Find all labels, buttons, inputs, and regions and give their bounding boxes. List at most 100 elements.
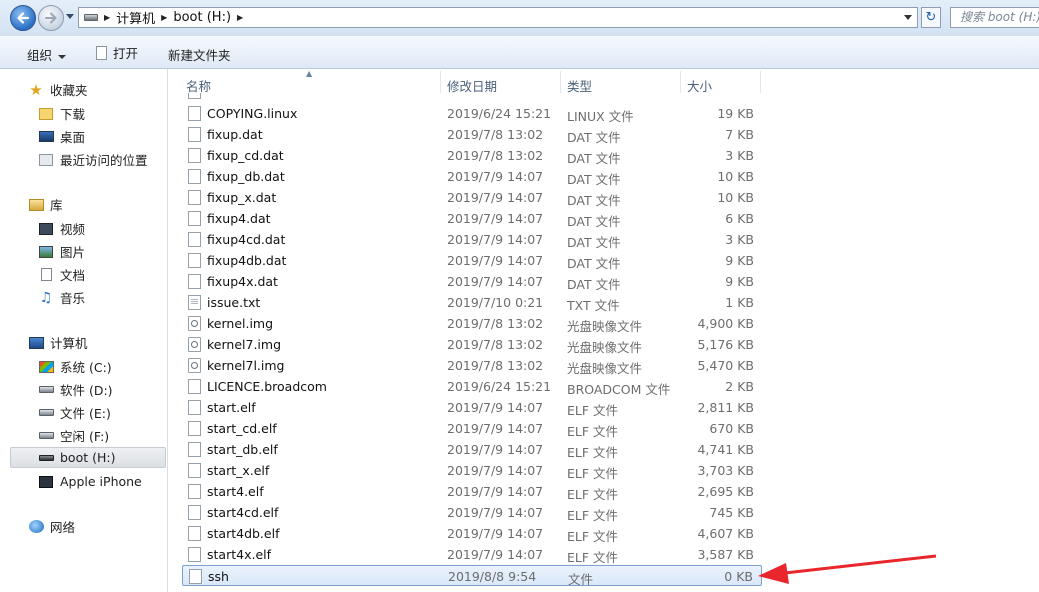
nav-network[interactable]: 网络 (28, 516, 75, 537)
file-size: 6 KB (725, 211, 754, 226)
chevron-right-icon[interactable]: ▶ (104, 13, 110, 22)
breadcrumb-computer[interactable]: 计算机 (116, 8, 155, 27)
nav-item-videos[interactable]: 视频 (38, 218, 85, 239)
column-divider[interactable] (440, 71, 441, 93)
file-row[interactable]: start_db.elf 2019/7/9 14:07 ELF 文件 4,741 KB (182, 439, 762, 460)
file-row[interactable]: start_x.elf 2019/7/9 14:07 ELF 文件 3,703 KB (182, 460, 762, 481)
file-row[interactable]: start_cd.elf 2019/7/9 14:07 ELF 文件 670 KB (182, 418, 762, 439)
disc-image-icon (188, 337, 201, 352)
nav-favorites[interactable]: ★ 收藏夹 (28, 79, 87, 100)
file-size: 3 KB (725, 232, 754, 247)
file-size: 3,587 KB (697, 547, 754, 562)
column-divider[interactable] (560, 71, 561, 93)
drive-icon (38, 409, 54, 416)
file-row[interactable]: fixup_db.dat 2019/7/9 14:07 DAT 文件 10 KB (182, 166, 762, 187)
new-folder-button[interactable]: 新建文件夹 (168, 45, 231, 64)
nav-item-label: 系统 (C:) (60, 360, 112, 375)
nav-item-label: 文档 (60, 268, 86, 283)
star-icon: ★ (29, 80, 43, 99)
nav-item-apple-iphone[interactable]: Apple iPhone (38, 471, 142, 492)
command-bar: 组织 打开 新建文件夹 (0, 36, 1039, 69)
address-box[interactable]: ▶ 计算机 ▶ boot (H:) ▶ (78, 7, 918, 28)
disc-image-icon (188, 316, 201, 331)
file-type: LINUX 文件 (567, 109, 634, 124)
file-name: issue.txt (207, 295, 261, 310)
file-date: 2019/6/24 15:21 (447, 379, 552, 394)
open-button[interactable]: 打开 (96, 43, 138, 62)
back-arrow-icon (17, 12, 30, 24)
refresh-button[interactable]: ↻ (921, 7, 941, 28)
nav-item-label: 空闲 (F:) (60, 429, 110, 444)
nav-item-downloads[interactable]: 下载 (38, 103, 85, 124)
nav-computer[interactable]: 计算机 (28, 332, 88, 353)
file-date: 2019/7/10 0:21 (447, 295, 544, 310)
organize-button[interactable]: 组织 (27, 45, 67, 64)
file-row[interactable]: fixup4.dat 2019/7/9 14:07 DAT 文件 6 KB (182, 208, 762, 229)
file-type: ELF 文件 (567, 445, 619, 460)
nav-item-drive-d[interactable]: 软件 (D:) (38, 379, 113, 400)
address-dropdown-icon[interactable] (904, 15, 912, 20)
file-list: ▲ 名称 修改日期 类型 大小 COPYING.linux 2019/6/24 1… (168, 69, 1039, 592)
file-row[interactable]: start4cd.elf 2019/7/9 14:07 ELF 文件 745 KB (182, 502, 762, 523)
file-icon (189, 569, 202, 584)
nav-item-desktop[interactable]: 桌面 (38, 126, 85, 147)
nav-item-drive-h[interactable]: boot (H:) (10, 447, 166, 468)
chevron-right-icon[interactable]: ▶ (161, 13, 167, 22)
column-divider[interactable] (680, 71, 681, 93)
file-row[interactable]: kernel7.img 2019/7/8 13:02 光盘映像文件 5,176 KB (182, 334, 762, 355)
file-row[interactable]: fixup4x.dat 2019/7/9 14:07 DAT 文件 9 KB (182, 271, 762, 292)
nav-item-pictures[interactable]: 图片 (38, 241, 85, 262)
search-input[interactable]: 搜索 boot (H:) (950, 7, 1039, 28)
file-name: start4cd.elf (207, 505, 279, 520)
file-row[interactable]: fixup_cd.dat 2019/7/8 13:02 DAT 文件 3 KB (182, 145, 762, 166)
file-row[interactable]: LICENCE.broadcom 2019/6/24 15:21 BROADCOM … (182, 376, 762, 397)
file-date: 2019/7/9 14:07 (447, 442, 544, 457)
file-icon (188, 274, 201, 289)
file-name: start4db.elf (207, 526, 280, 541)
file-row[interactable]: fixup4db.dat 2019/7/9 14:07 DAT 文件 9 KB (182, 250, 762, 271)
nav-item-documents[interactable]: 文档 (38, 264, 85, 285)
drive-icon (38, 432, 54, 439)
file-row[interactable]: start4.elf 2019/7/9 14:07 ELF 文件 2,695 KB (182, 481, 762, 502)
nav-libraries[interactable]: 库 (28, 194, 63, 215)
forward-button[interactable] (38, 5, 64, 31)
file-row[interactable]: COPYING.linux 2019/6/24 15:21 LINUX 文件 19 K… (182, 103, 762, 124)
file-row[interactable]: kernel.img 2019/7/8 13:02 光盘映像文件 4,900 KB (182, 313, 762, 334)
file-row[interactable]: fixup.dat 2019/7/8 13:02 DAT 文件 7 KB (182, 124, 762, 145)
file-row[interactable]: issue.txt 2019/7/10 0:21 TXT 文件 1 KB (182, 292, 762, 313)
annotation-arrow-head (758, 563, 789, 584)
nav-item-drive-f[interactable]: 空闲 (F:) (38, 425, 109, 446)
file-row[interactable]: start4db.elf 2019/7/9 14:07 ELF 文件 4,607 KB (182, 523, 762, 544)
chevron-down-icon (58, 54, 67, 59)
file-type: ELF 文件 (567, 508, 619, 523)
file-size: 745 KB (709, 505, 754, 520)
nav-item-drive-c[interactable]: 系统 (C:) (38, 356, 112, 377)
file-type: ELF 文件 (567, 529, 619, 544)
file-row[interactable]: start4x.elf 2019/7/9 14:07 ELF 文件 3,587 KB (182, 544, 762, 565)
file-row[interactable]: fixup_x.dat 2019/7/9 14:07 DAT 文件 10 KB (182, 187, 762, 208)
file-size: 19 KB (717, 106, 754, 121)
file-type: 光盘映像文件 (567, 340, 643, 355)
nav-item-music[interactable]: ♫ 音乐 (38, 287, 85, 308)
back-button[interactable] (10, 5, 36, 31)
file-row[interactable]: ssh 2019/8/8 9:54 文件 0 KB (182, 565, 762, 587)
file-row[interactable]: start.elf 2019/7/9 14:07 ELF 文件 2,811 KB (182, 397, 762, 418)
column-type[interactable]: 类型 (567, 76, 592, 95)
file-icon (188, 93, 201, 99)
phone-icon (39, 475, 53, 488)
column-date[interactable]: 修改日期 (447, 76, 497, 95)
chevron-right-icon[interactable]: ▶ (237, 13, 243, 22)
file-date: 2019/8/8 9:54 (448, 569, 537, 584)
column-divider[interactable] (760, 71, 761, 93)
file-row[interactable]: fixup4cd.dat 2019/7/9 14:07 DAT 文件 3 KB (182, 229, 762, 250)
nav-item-recent-places[interactable]: 最近访问的位置 (38, 149, 148, 170)
file-size: 5,470 KB (697, 358, 754, 373)
file-name: fixup_x.dat (207, 190, 277, 205)
file-row[interactable]: kernel7l.img 2019/7/8 13:02 光盘映像文件 5,470 KB (182, 355, 762, 376)
nav-item-label: boot (H:) (60, 450, 116, 465)
recent-pages-dropdown[interactable] (66, 14, 74, 19)
column-size[interactable]: 大小 (687, 76, 712, 95)
file-type: 光盘映像文件 (567, 319, 643, 334)
breadcrumb-boot[interactable]: boot (H:) (173, 10, 231, 25)
nav-item-drive-e[interactable]: 文件 (E:) (38, 402, 111, 423)
